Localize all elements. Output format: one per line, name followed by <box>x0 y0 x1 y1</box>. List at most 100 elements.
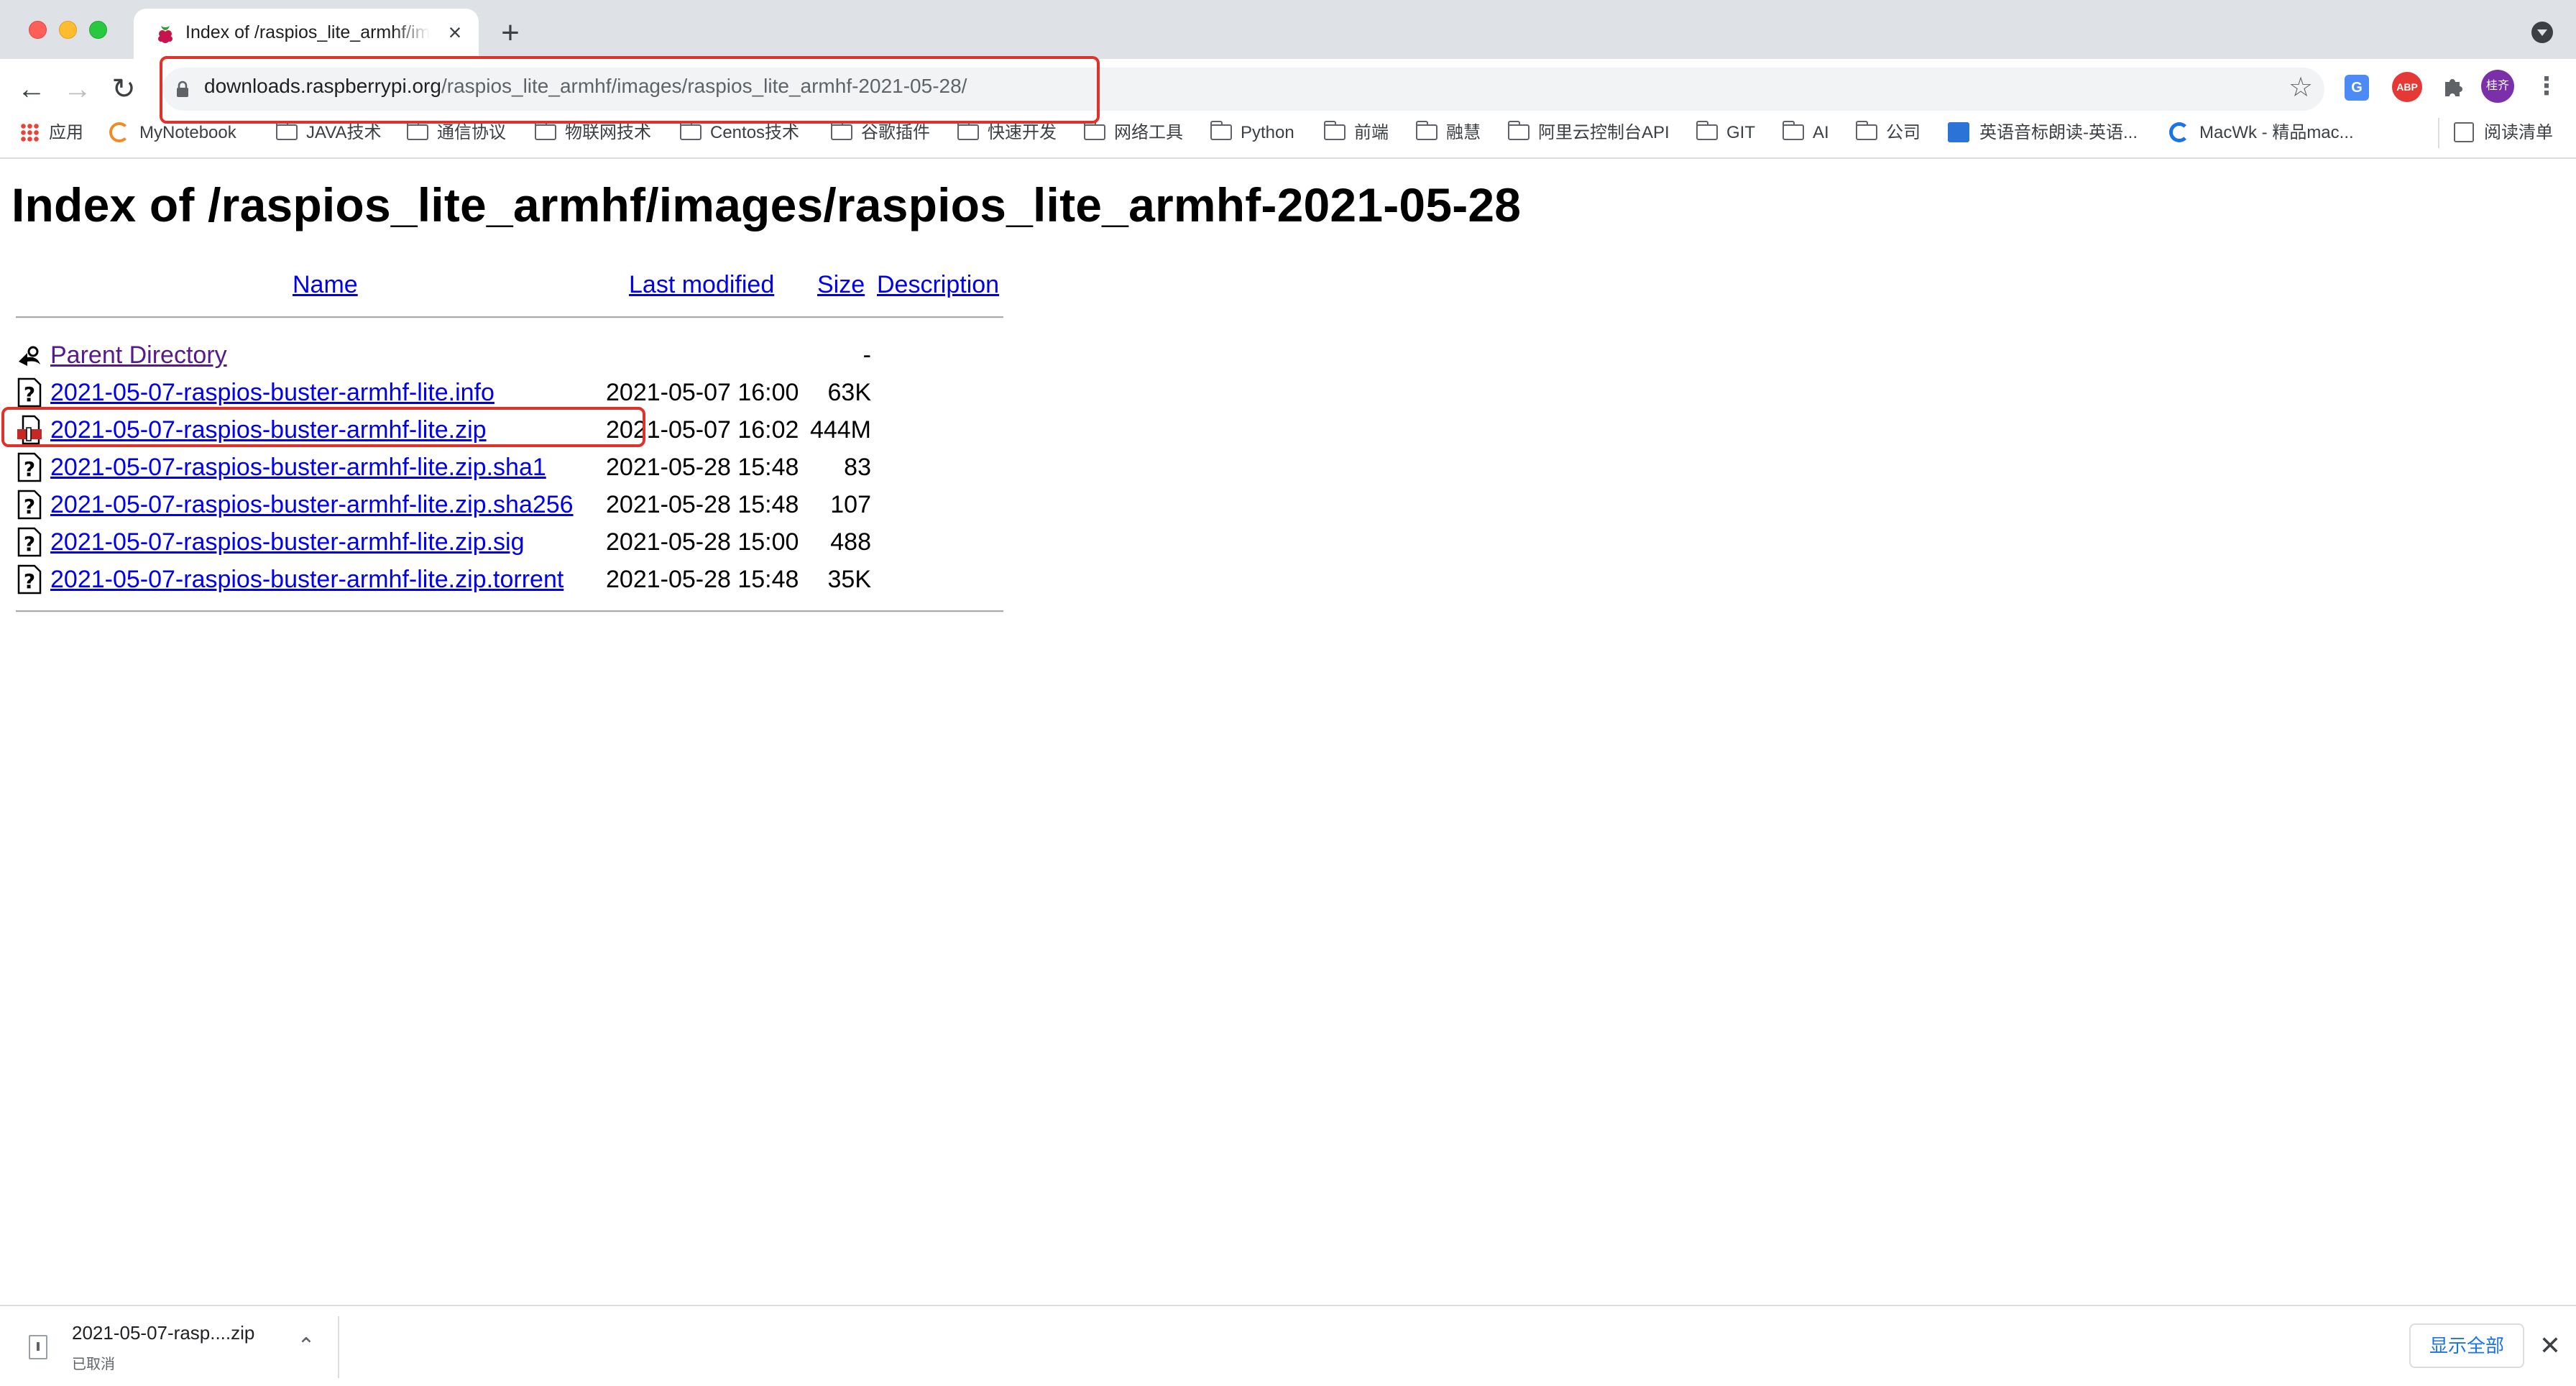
folder-icon <box>830 120 852 140</box>
bookmark-label: Python <box>1241 123 1294 142</box>
bookmarks-bar: 应用 MyNotebook JAVA技术 通信协议 物联网技术 Centos技术… <box>0 112 2576 152</box>
bookmark-label: AI <box>1813 123 1829 142</box>
svg-text:?: ? <box>24 457 35 481</box>
bookmark-mynotebook[interactable]: MyNotebook <box>109 121 236 145</box>
bookmark-folder-quick-dev[interactable]: 快速开发 <box>957 120 1057 145</box>
file-date: 2021-05-28 15:48 <box>606 491 799 518</box>
bookmark-folder-network-tools[interactable]: 网络工具 <box>1083 120 1183 145</box>
file-size: 83 <box>844 454 871 481</box>
table-row: ? 2021-05-07-raspios-buster-armhf-lite.z… <box>14 487 871 524</box>
folder-icon <box>406 120 428 140</box>
file-link[interactable]: 2021-05-07-raspios-buster-armhf-lite.inf… <box>50 379 494 407</box>
column-header-name[interactable]: Name <box>293 271 358 299</box>
extensions-puzzle-icon[interactable] <box>2438 72 2468 102</box>
bookmark-label: MacWk - 精品mac... <box>2199 123 2354 142</box>
file-date: 2021-05-07 16:00 <box>606 379 799 406</box>
lock-icon[interactable] <box>175 81 190 98</box>
new-tab-button[interactable]: + <box>496 17 525 49</box>
file-size: 63K <box>827 379 872 406</box>
bookmark-folder-java[interactable]: JAVA技术 <box>275 120 382 145</box>
folder-icon <box>1696 120 1718 140</box>
table-row: ? 2021-05-07-raspios-buster-armhf-lite.z… <box>14 524 871 561</box>
file-date: 2021-05-28 15:48 <box>606 454 799 481</box>
file-link[interactable]: 2021-05-07-raspios-buster-armhf-lite.zip… <box>50 528 525 556</box>
bookmark-folder-python[interactable]: Python <box>1210 120 1294 145</box>
bookmark-folder-frontend[interactable]: 前端 <box>1323 120 1389 145</box>
close-shelf-icon[interactable]: ✕ <box>2536 1329 2564 1362</box>
page-content: Index of /raspios_lite_armhf/images/rasp… <box>0 159 2576 1305</box>
browser-menu-icon[interactable]: ⋮ <box>2534 72 2559 102</box>
column-header-description[interactable]: Description <box>877 271 999 299</box>
translate-extension-icon[interactable]: G <box>2345 75 2369 101</box>
bookmark-folder-aliyun-api[interactable]: 阿里云控制台API <box>1507 120 1670 145</box>
bookmark-star-icon[interactable]: ☆ <box>2288 73 2313 102</box>
bookmark-macwk[interactable]: MacWk - 精品mac... <box>2169 121 2354 145</box>
sort-by-description-link[interactable]: Description <box>877 271 999 298</box>
file-date: 2021-05-28 15:00 <box>606 528 799 556</box>
table-row: ? 2021-05-07-raspios-buster-armhf-lite.z… <box>14 561 871 599</box>
url-text[interactable]: downloads.raspberrypi.org/raspios_lite_a… <box>204 75 967 98</box>
bookmark-folder-company[interactable]: 公司 <box>1855 120 1920 145</box>
column-header-last-modified[interactable]: Last modified <box>629 271 774 299</box>
forward-button[interactable]: → <box>59 70 96 108</box>
column-header-size[interactable]: Size <box>817 271 865 299</box>
sort-by-size-link[interactable]: Size <box>817 271 865 298</box>
window-minimize-button[interactable] <box>59 21 77 39</box>
url-host: downloads.raspberrypi.org <box>204 75 441 97</box>
file-size: 35K <box>827 566 872 593</box>
folder-icon <box>1782 120 1804 140</box>
url-path: /raspios_lite_armhf/images/raspios_lite_… <box>441 75 967 97</box>
file-link[interactable]: 2021-05-07-raspios-buster-armhf-lite.zip… <box>50 491 574 519</box>
notebook-icon <box>109 121 129 142</box>
svg-text:?: ? <box>24 495 35 518</box>
bookmark-label: 阅读清单 <box>2484 123 2553 142</box>
bookmark-folder-ronghui[interactable]: 融慧 <box>1415 120 1481 145</box>
window-maximize-button[interactable] <box>89 21 107 39</box>
bookmark-folder-chrome-plugins[interactable]: 谷歌插件 <box>830 120 930 145</box>
sort-by-name-link[interactable]: Name <box>293 271 358 298</box>
download-file-icon[interactable] <box>29 1335 47 1359</box>
file-link[interactable]: 2021-05-07-raspios-buster-armhf-lite.zip… <box>50 566 564 594</box>
window-close-button[interactable] <box>29 21 47 39</box>
active-tab[interactable]: Index of /raspios_lite_armhf/images/rasp… <box>134 9 479 60</box>
bookmark-folder-protocol[interactable]: 通信协议 <box>406 120 506 145</box>
file-size: 107 <box>830 491 871 518</box>
svg-text:?: ? <box>24 569 35 593</box>
bookmark-folder-ai[interactable]: AI <box>1782 120 1829 145</box>
show-all-downloads-button[interactable]: 显示全部 <box>2409 1323 2524 1368</box>
tab-close-icon[interactable]: × <box>443 20 467 45</box>
reload-button[interactable]: ↻ <box>105 70 142 108</box>
adblock-extension-icon[interactable]: ABP <box>2392 72 2422 102</box>
profile-avatar[interactable]: 桂齐 <box>2481 70 2514 103</box>
bookmark-folder-iot[interactable]: 物联网技术 <box>534 120 651 145</box>
download-file-name[interactable]: 2021-05-07-rasp....zip <box>72 1322 254 1344</box>
bookmark-folder-git[interactable]: GIT <box>1696 120 1755 145</box>
download-separator <box>338 1316 339 1378</box>
bookmark-label: 前端 <box>1354 123 1389 142</box>
page-heading: Index of /raspios_lite_armhf/images/rasp… <box>12 178 1522 231</box>
bookmark-folder-centos[interactable]: Centos技术 <box>679 120 799 145</box>
back-button[interactable]: ← <box>13 70 50 108</box>
bookmark-label: 应用 <box>49 123 83 142</box>
svg-text:?: ? <box>24 382 35 406</box>
bookmark-label: 阿里云控制台API <box>1538 123 1670 142</box>
bookmark-apps[interactable]: 应用 <box>20 121 83 145</box>
folder-icon <box>1323 120 1346 140</box>
file-size: 444M <box>809 416 871 444</box>
svg-text:?: ? <box>24 532 35 556</box>
header-rule <box>16 316 1003 318</box>
folder-icon <box>1083 120 1105 140</box>
download-status: 已取消 <box>72 1357 115 1372</box>
bookmark-label: JAVA技术 <box>306 123 382 142</box>
bookmarks-divider <box>2438 118 2439 148</box>
file-link[interactable]: 2021-05-07-raspios-buster-armhf-lite.zip… <box>50 454 546 482</box>
download-options-chevron-icon[interactable]: ⌃ <box>292 1332 321 1361</box>
bookmark-english-phonetic[interactable]: 英语音标朗读-英语... <box>1948 121 2138 145</box>
reading-list-button[interactable]: 阅读清单 <box>2454 121 2553 145</box>
parent-directory-link[interactable]: Parent Directory <box>50 341 227 370</box>
tab-search-icon[interactable] <box>2531 22 2553 43</box>
bookmark-label: 谷歌插件 <box>861 123 930 142</box>
dictionary-icon <box>1948 121 1969 142</box>
file-link[interactable]: 2021-05-07-raspios-buster-armhf-lite.zip <box>50 416 487 444</box>
sort-by-date-link[interactable]: Last modified <box>629 271 774 298</box>
